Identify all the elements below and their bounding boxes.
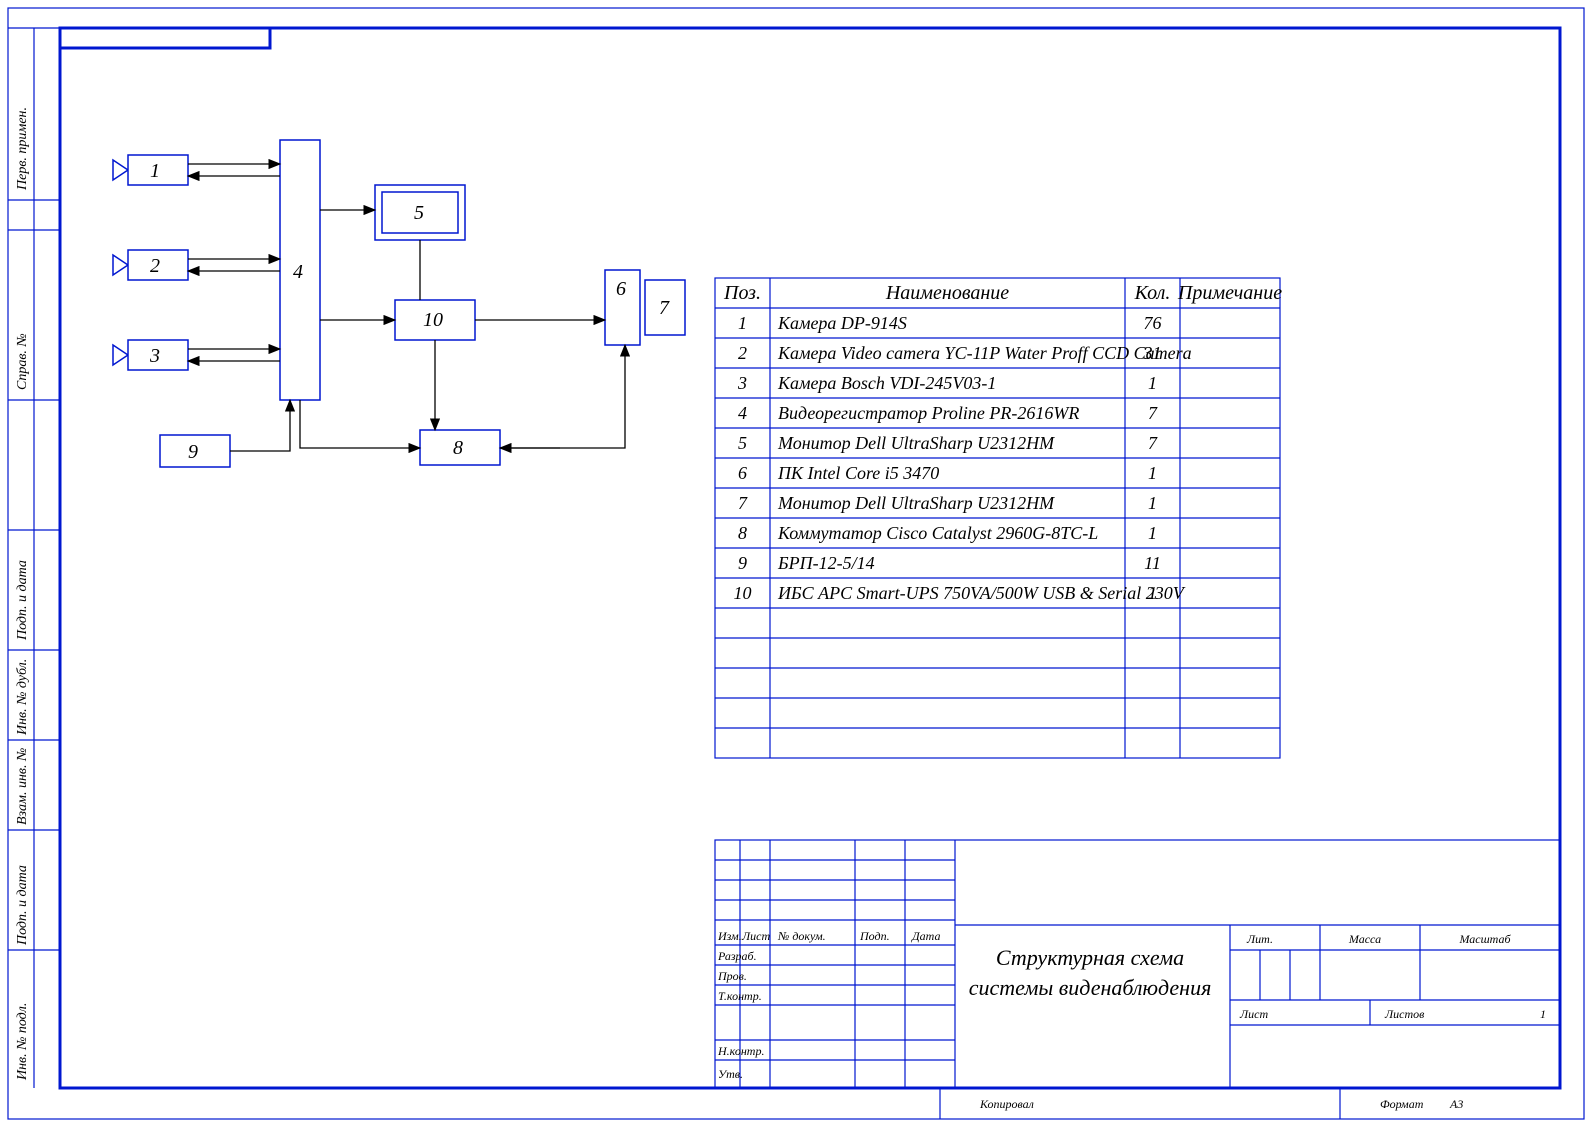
format-value: А3 xyxy=(1449,1097,1463,1111)
svg-text:5: 5 xyxy=(414,202,424,224)
svg-text:ПК Intel Core i5 3470: ПК Intel Core i5 3470 xyxy=(777,463,939,483)
svg-text:1: 1 xyxy=(150,160,160,182)
svg-text:Примечание: Примечание xyxy=(1177,282,1282,304)
svg-text:Монитор Dell UltraSharp U2312H: Монитор Dell UltraSharp U2312HM xyxy=(777,493,1055,513)
svg-text:9: 9 xyxy=(738,553,747,573)
side-label-6: Инв. № подл. xyxy=(15,1003,30,1081)
svg-text:2: 2 xyxy=(150,255,160,277)
svg-text:Дата: Дата xyxy=(911,929,940,943)
svg-text:№ докум.: № докум. xyxy=(777,929,826,943)
side-label-1: Справ. № xyxy=(15,333,30,390)
svg-text:4: 4 xyxy=(738,403,747,423)
svg-text:76: 76 xyxy=(1144,313,1162,333)
svg-text:ИБС APC Smart-UPS 750VA/500W U: ИБС APC Smart-UPS 750VA/500W USB & Seria… xyxy=(777,583,1186,603)
left-stamp: Перв. примен. Справ. № Подп. и дата Инв.… xyxy=(8,28,60,1088)
format-label: Формат xyxy=(1380,1097,1424,1111)
svg-text:Подп.: Подп. xyxy=(859,929,890,943)
title-block: Изм. Лист № докум. Подп. Дата Разраб. Пр… xyxy=(715,840,1560,1088)
kopiroval-label: Копировал xyxy=(979,1097,1034,1111)
svg-text:Листов: Листов xyxy=(1384,1007,1424,1021)
svg-text:9: 9 xyxy=(188,441,198,463)
svg-text:2: 2 xyxy=(738,343,747,363)
svg-text:Лист: Лист xyxy=(1239,1007,1268,1021)
svg-text:11: 11 xyxy=(1144,553,1161,573)
svg-text:Структурная схема: Структурная схема xyxy=(996,945,1184,970)
svg-text:БРП-12-5/14: БРП-12-5/14 xyxy=(777,553,875,573)
svg-text:1: 1 xyxy=(738,313,747,333)
side-label-2: Подп. и дата xyxy=(15,560,30,641)
svg-text:Изм.: Изм. xyxy=(717,929,742,943)
svg-text:Кол.: Кол. xyxy=(1134,282,1171,304)
svg-text:Наименование: Наименование xyxy=(885,282,1009,304)
parts-table: Поз. Наименование Кол. Примечание 1 Камера DP… xyxy=(715,278,1282,758)
svg-text:Пров.: Пров. xyxy=(717,969,747,983)
svg-text:6: 6 xyxy=(616,278,626,300)
side-label-0: Перв. примен. xyxy=(15,107,30,191)
svg-text:6: 6 xyxy=(738,463,747,483)
svg-text:8: 8 xyxy=(738,523,747,543)
svg-text:1: 1 xyxy=(1148,463,1157,483)
svg-text:Масштаб: Масштаб xyxy=(1458,932,1511,946)
svg-text:1: 1 xyxy=(1148,373,1157,393)
svg-text:Н.контр.: Н.контр. xyxy=(717,1044,764,1058)
svg-text:10: 10 xyxy=(423,309,443,331)
svg-text:Камера Bosch VDI-245V03-1: Камера Bosch VDI-245V03-1 xyxy=(777,373,996,393)
svg-text:3: 3 xyxy=(149,345,160,367)
svg-text:Лит.: Лит. xyxy=(1246,932,1273,946)
camera-icon xyxy=(113,160,128,365)
svg-text:Видеорегистратор Proline PR-26: Видеорегистратор Proline PR-2616WR xyxy=(778,403,1079,423)
svg-text:7: 7 xyxy=(738,493,748,513)
svg-text:Камера Video camera YC-11P Wat: Камера Video camera YC-11P Water Proff C… xyxy=(777,343,1192,363)
svg-text:Утв.: Утв. xyxy=(718,1067,743,1081)
svg-text:1: 1 xyxy=(1148,583,1157,603)
svg-text:1: 1 xyxy=(1540,1007,1546,1021)
svg-text:Лист: Лист xyxy=(741,929,770,943)
svg-text:системы виденаблюдения: системы виденаблюдения xyxy=(969,975,1212,1000)
svg-text:31: 31 xyxy=(1143,343,1162,363)
svg-text:7: 7 xyxy=(1148,403,1158,423)
svg-text:7: 7 xyxy=(1148,433,1158,453)
svg-text:Разраб.: Разраб. xyxy=(717,949,757,963)
svg-text:8: 8 xyxy=(453,437,463,459)
svg-text:1: 1 xyxy=(1148,493,1157,513)
side-label-3: Инв. № дубл. xyxy=(15,659,30,736)
svg-text:5: 5 xyxy=(738,433,747,453)
side-label-5: Подп. и дата xyxy=(15,865,30,946)
schematic: 1 2 3 4 5 10 8 9 6 7 xyxy=(113,140,685,467)
svg-text:7: 7 xyxy=(659,297,670,319)
svg-text:3: 3 xyxy=(737,373,747,393)
svg-text:Масса: Масса xyxy=(1348,932,1381,946)
side-label-4: Взам. инв. № xyxy=(15,748,30,825)
svg-text:Монитор Dell UltraSharp U2312H: Монитор Dell UltraSharp U2312HM xyxy=(777,433,1055,453)
svg-text:10: 10 xyxy=(734,583,752,603)
svg-text:Камера DP-914S: Камера DP-914S xyxy=(777,313,907,333)
svg-text:Т.контр.: Т.контр. xyxy=(718,989,762,1003)
svg-text:1: 1 xyxy=(1148,523,1157,543)
svg-text:4: 4 xyxy=(293,261,303,283)
svg-text:Коммутатор Cisco Catalyst 2960: Коммутатор Cisco Catalyst 2960G-8TC-L xyxy=(777,523,1098,543)
svg-text:Поз.: Поз. xyxy=(723,282,761,304)
